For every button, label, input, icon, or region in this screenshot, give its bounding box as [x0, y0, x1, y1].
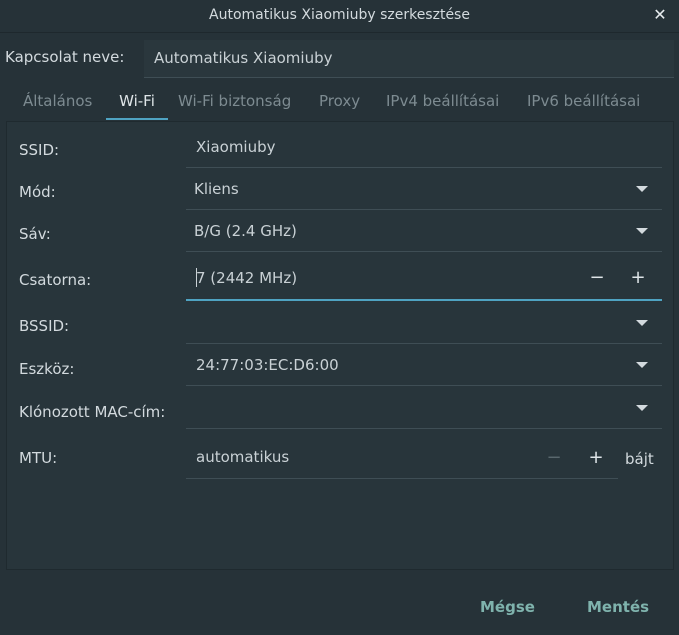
bssid-label: BSSID: [19, 317, 70, 335]
cancel-button[interactable]: Mégse [480, 598, 535, 616]
tab-ipv4[interactable]: IPv4 beállításai [386, 84, 499, 120]
connection-name-label: Kapcsolat neve: [5, 48, 125, 66]
mode-label: Mód: [19, 183, 56, 201]
mtu-decrement-button[interactable]: − [540, 444, 568, 472]
band-label: Sáv: [19, 225, 51, 243]
tab-wifi[interactable]: Wi-Fi [106, 84, 168, 120]
mode-value: Kliens [194, 180, 239, 198]
tab-proxy[interactable]: Proxy [319, 84, 360, 120]
cloned-mac-label: Klónozott MAC-cím: [19, 403, 166, 421]
mode-combo[interactable]: Kliens [186, 169, 662, 210]
cloned-mac-combo[interactable] [186, 388, 662, 429]
connection-name-input[interactable]: Automatikus Xiaomiuby [144, 40, 674, 78]
save-button[interactable]: Mentés [587, 598, 649, 616]
channel-label: Csatorna: [19, 271, 92, 289]
ssid-value: Xiaomiuby [196, 138, 276, 156]
window-title: Automatikus Xiaomiuby szerkesztése [209, 7, 470, 23]
ssid-label: SSID: [19, 141, 60, 159]
band-value: B/G (2.4 GHz) [194, 222, 297, 240]
device-combo[interactable]: 24:77:03:EC:D6:00 [186, 345, 662, 386]
wifi-settings-panel: SSID: Xiaomiuby Mód: Kliens Sáv: B/G (2.… [6, 121, 674, 570]
close-icon[interactable]: ✕ [649, 4, 671, 26]
mtu-increment-button[interactable]: + [582, 444, 610, 472]
chevron-down-icon[interactable] [636, 228, 648, 234]
channel-spinbox[interactable]: 7 (2442 MHz) − + [186, 258, 662, 301]
device-label: Eszköz: [19, 360, 75, 378]
bssid-combo[interactable] [186, 303, 662, 344]
chevron-down-icon[interactable] [636, 320, 648, 326]
chevron-down-icon[interactable] [636, 362, 648, 368]
chevron-down-icon[interactable] [636, 405, 648, 411]
chevron-down-icon[interactable] [636, 186, 648, 192]
ssid-input[interactable]: Xiaomiuby [186, 127, 662, 168]
connection-name-row: Kapcsolat neve: Automatikus Xiaomiuby [0, 32, 679, 82]
tab-bar: Általános Wi-Fi Wi-Fi biztonság Proxy IP… [0, 84, 679, 120]
title-bar: Automatikus Xiaomiuby szerkesztése ✕ [0, 0, 679, 33]
device-value: 24:77:03:EC:D6:00 [196, 356, 339, 374]
mtu-value: automatikus [196, 448, 290, 466]
mtu-unit: bájt [625, 450, 654, 468]
channel-increment-button[interactable]: + [624, 264, 652, 292]
tab-ipv6[interactable]: IPv6 beállításai [527, 84, 640, 120]
mtu-spinbox[interactable]: automatikus − + [186, 436, 618, 479]
channel-decrement-button[interactable]: − [583, 264, 611, 292]
band-combo[interactable]: B/G (2.4 GHz) [186, 211, 662, 252]
mtu-label: MTU: [19, 449, 58, 467]
tab-general[interactable]: Általános [23, 84, 92, 120]
channel-value: 7 (2442 MHz) [196, 269, 298, 287]
tab-wifi-security[interactable]: Wi-Fi biztonság [178, 84, 291, 120]
